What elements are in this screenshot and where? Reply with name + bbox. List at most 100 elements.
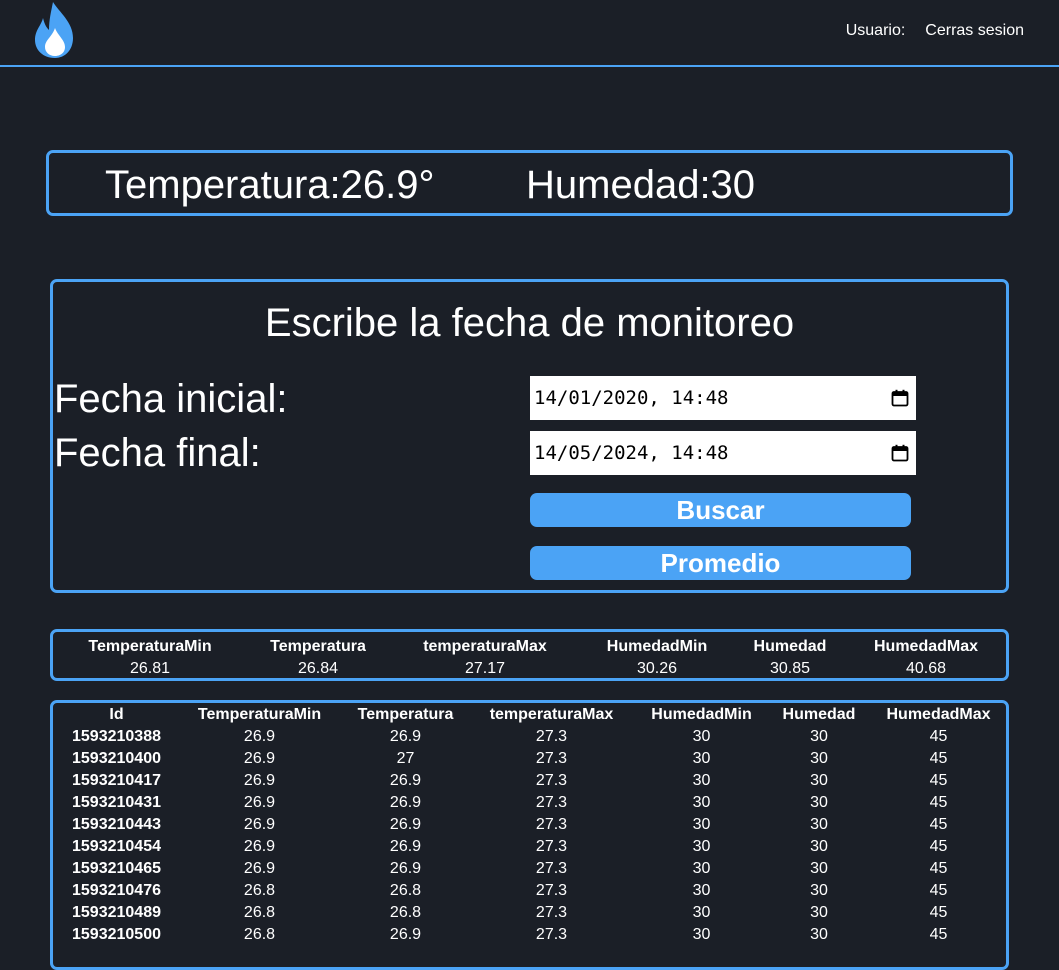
avg-value: 40.68 [905, 660, 947, 677]
end-date-label: Fecha final: [54, 431, 261, 475]
table-cell: 30 [810, 882, 828, 899]
table-cell: 27.3 [535, 750, 568, 767]
navbar: Usuario: Cerras sesion [0, 0, 1059, 67]
start-date-value: 14/01/2020, 14:48 [534, 387, 729, 409]
table-cell: 30 [810, 794, 828, 811]
start-date-input[interactable]: 14/01/2020, 14:48 [530, 376, 916, 420]
table-cell: 45 [929, 926, 948, 943]
table-cell: 1593210476 [72, 882, 161, 899]
column-header-temperature-max: temperaturaMax [489, 706, 614, 723]
current-temperature: Temperatura:26.9° [105, 163, 435, 207]
table-cell: 45 [929, 860, 948, 877]
avg-value: 30.26 [636, 660, 678, 677]
table-cell: 1593210417 [72, 772, 161, 789]
column-header-humidity-max: HumedadMax [886, 706, 991, 723]
table-cell: 45 [929, 882, 948, 899]
table-cell: 26.9 [389, 772, 422, 789]
table-cell: 45 [929, 772, 948, 789]
search-button[interactable]: Buscar [530, 493, 911, 527]
current-humidity: Humedad:30 [526, 163, 756, 207]
table-cell: 26.9 [389, 728, 422, 745]
table-row: 1593210489 26.8 26.8 27.3 30 30 45 [61, 902, 1003, 924]
avg-header: Temperatura [270, 638, 366, 655]
avg-header: TemperaturaMin [88, 638, 212, 655]
table-cell: 26.9 [243, 750, 276, 767]
table-cell: 45 [929, 904, 948, 921]
table-cell: 30 [692, 772, 711, 789]
table-cell: 1593210431 [72, 794, 161, 811]
table-cell: 30 [692, 750, 711, 767]
averages-panel: TemperaturaMin 26.81 Temperatura 26.84 t… [50, 629, 1009, 681]
table-cell: 27.3 [535, 904, 568, 921]
user-link[interactable]: Usuario: [846, 22, 906, 40]
table-cell: 27 [396, 750, 415, 767]
table-cell: 26.9 [243, 794, 276, 811]
column-header-temperature-min: TemperaturaMin [197, 706, 322, 723]
table-cell: 30 [810, 860, 828, 877]
table-cell: 1593210454 [72, 838, 161, 855]
table-cell: 45 [929, 728, 948, 745]
table-cell: 27.3 [535, 926, 568, 943]
table-cell: 1593210388 [72, 728, 161, 745]
avg-temperature-max: temperaturaMax 27.17 [423, 636, 547, 680]
table-cell: 26.8 [389, 882, 422, 899]
column-header-humidity: Humedad [782, 706, 856, 723]
avg-humidity-min: HumedadMin 30.26 [607, 636, 707, 680]
average-button[interactable]: Promedio [530, 546, 911, 580]
table-cell: 1593210465 [72, 860, 161, 877]
table-cell: 27.3 [535, 882, 568, 899]
avg-value: 26.84 [297, 660, 339, 677]
table-cell: 30 [692, 926, 711, 943]
table-row: 1593210388 26.9 26.9 27.3 30 30 45 [61, 726, 1003, 748]
table-cell: 27.3 [535, 838, 568, 855]
flame-icon[interactable] [33, 0, 77, 60]
table-cell: 30 [810, 728, 828, 745]
table-cell: 26.9 [243, 860, 276, 877]
table-cell: 1593210489 [72, 904, 161, 921]
records-panel: Id TemperaturaMin Temperatura temperatur… [50, 700, 1009, 970]
table-cell: 27.3 [535, 772, 568, 789]
table-cell: 26.9 [243, 838, 276, 855]
table-row: 1593210476 26.8 26.8 27.3 30 30 45 [61, 880, 1003, 902]
table-cell: 30 [692, 816, 711, 833]
table-cell: 30 [810, 772, 828, 789]
table-cell: 26.9 [243, 728, 276, 745]
table-cell: 1593210500 [72, 926, 161, 943]
column-header-temperature: Temperatura [357, 706, 454, 723]
date-filter-form: Escribe la fecha de monitoreo Fecha inic… [50, 279, 1009, 593]
records-body: 1593210388 26.9 26.9 27.3 30 30 45 1593210400 26… [61, 726, 1003, 946]
table-cell: 26.9 [389, 816, 422, 833]
table-cell: 30 [810, 816, 828, 833]
avg-header: Humedad [753, 638, 827, 655]
form-title: Escribe la fecha de monitoreo [264, 301, 795, 345]
table-cell: 26.8 [243, 926, 276, 943]
avg-header: HumedadMin [606, 638, 708, 655]
avg-header: HumedadMax [873, 638, 979, 655]
table-row: 1593210500 26.8 26.9 27.3 30 30 45 [61, 924, 1003, 946]
avg-temperature-min: TemperaturaMin 26.81 [88, 636, 211, 680]
table-cell: 30 [810, 926, 828, 943]
start-date-label: Fecha inicial: [54, 377, 288, 421]
table-cell: 30 [692, 904, 711, 921]
avg-temperature: Temperatura 26.84 [270, 636, 366, 680]
records-table: Id TemperaturaMin Temperatura temperatur… [61, 704, 1003, 946]
calendar-icon[interactable] [891, 389, 909, 407]
table-cell: 45 [929, 838, 948, 855]
table-cell: 45 [929, 794, 948, 811]
logout-link[interactable]: Cerras sesion [925, 22, 1024, 40]
table-cell: 1593210443 [72, 816, 161, 833]
end-date-input[interactable]: 14/05/2024, 14:48 [530, 431, 916, 475]
table-row: 1593210431 26.9 26.9 27.3 30 30 45 [61, 792, 1003, 814]
table-cell: 26.8 [389, 904, 422, 921]
table-cell: 30 [692, 794, 711, 811]
calendar-icon[interactable] [891, 444, 909, 462]
nav-links: Usuario: Cerras sesion [846, 22, 1024, 40]
avg-value: 27.17 [464, 660, 506, 677]
table-row: 1593210400 26.9 27 27.3 30 30 45 [61, 748, 1003, 770]
table-cell: 30 [692, 860, 711, 877]
table-row: 1593210454 26.9 26.9 27.3 30 30 45 [61, 836, 1003, 858]
table-row: 1593210443 26.9 26.9 27.3 30 30 45 [61, 814, 1003, 836]
table-cell: 30 [810, 750, 828, 767]
column-header-humidity-min: HumedadMin [651, 706, 752, 723]
table-cell: 26.9 [243, 816, 276, 833]
